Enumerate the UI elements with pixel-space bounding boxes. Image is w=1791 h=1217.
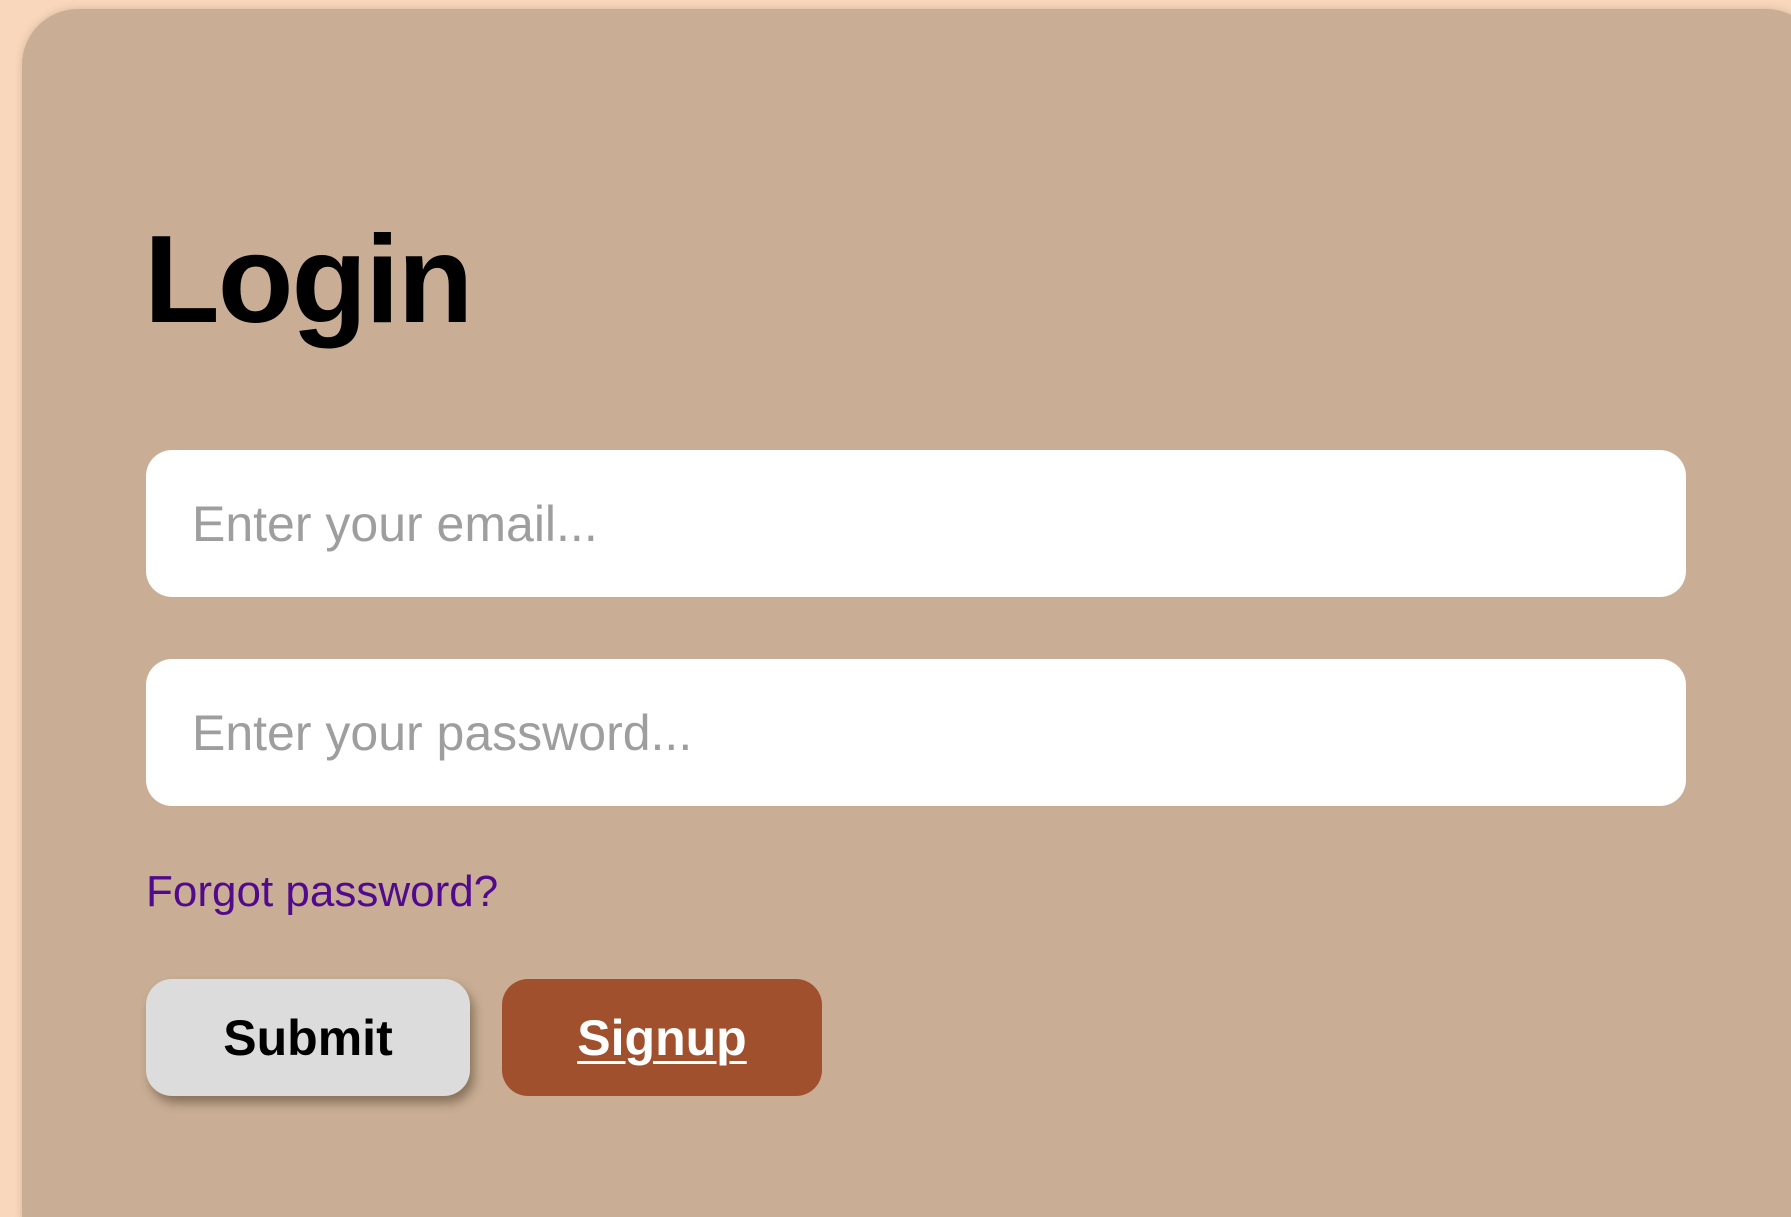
password-field[interactable]	[146, 659, 1686, 806]
page-title: Login	[144, 211, 473, 349]
signup-button[interactable]: Signup	[502, 979, 822, 1096]
email-field[interactable]	[146, 450, 1686, 597]
forgot-password-link[interactable]: Forgot password?	[146, 866, 498, 919]
page-background: Login Forgot password? Submit Signup	[0, 0, 1791, 1217]
submit-button[interactable]: Submit	[146, 979, 470, 1096]
